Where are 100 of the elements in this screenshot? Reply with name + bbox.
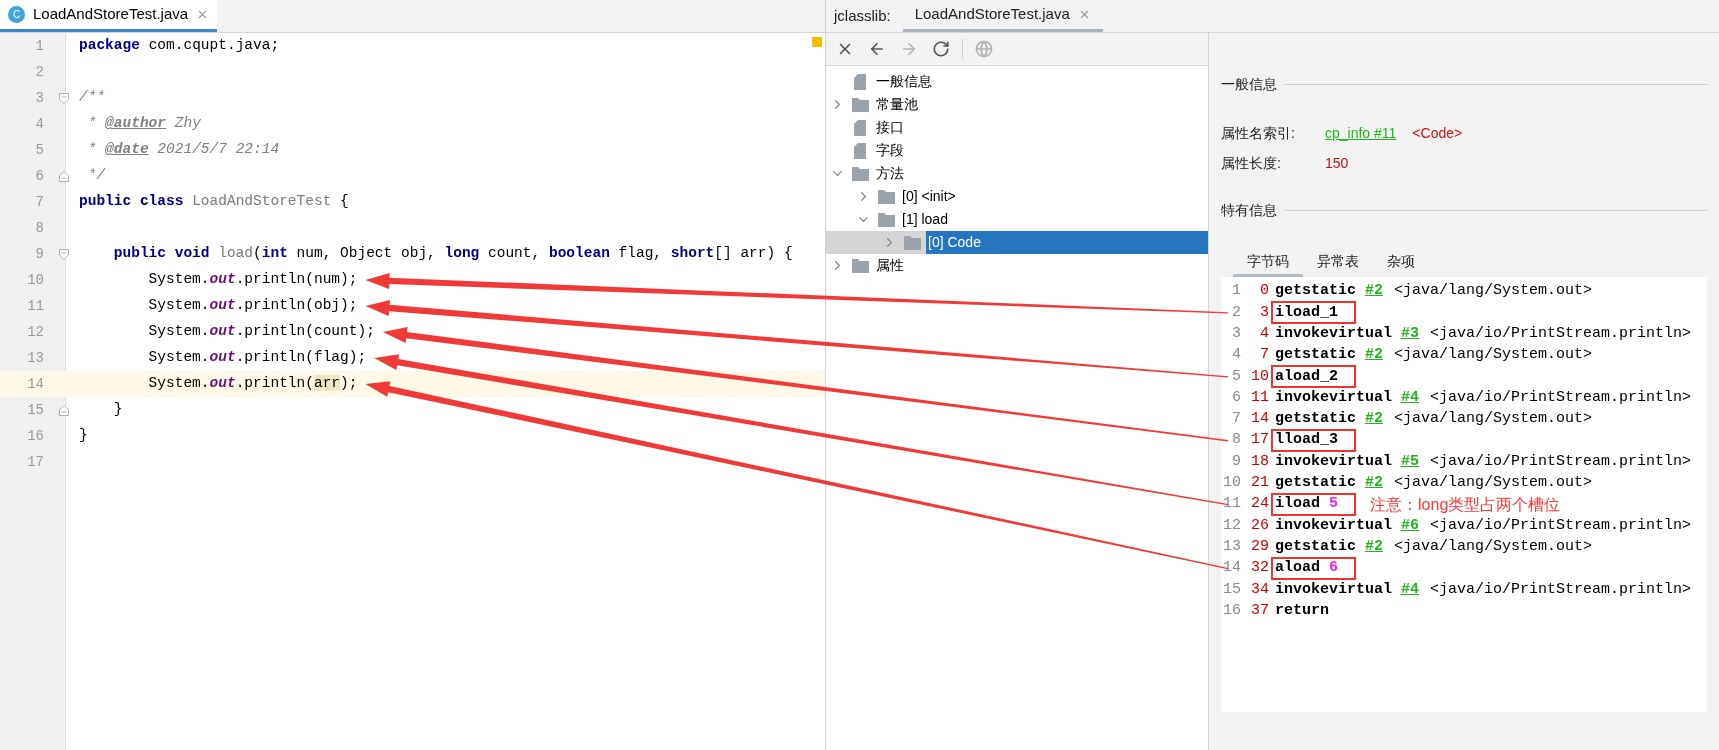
fold-icon[interactable]: [59, 404, 69, 416]
line-number: 9: [1231, 451, 1241, 472]
bytecode-comment: <java/lang/System.out>: [1394, 536, 1593, 557]
bytecode-offset: 10: [1250, 366, 1269, 387]
tab[interactable]: 异常表: [1303, 248, 1373, 277]
opcode: return: [1275, 600, 1329, 621]
bytecode-offset: 3: [1259, 302, 1269, 323]
line-number: 12: [26, 322, 44, 342]
opcode: invokevirtual: [1275, 324, 1393, 344]
file-icon: [854, 119, 866, 136]
code-line: }: [79, 426, 88, 446]
code-line: System.out.println(flag);: [147, 348, 367, 368]
tree-item[interactable]: 字段: [874, 139, 906, 162]
opcode: invokevirtual: [1275, 387, 1393, 408]
line-number: 6: [1231, 387, 1241, 408]
tree-item[interactable]: 常量池: [874, 93, 920, 116]
bytecode-offset: 18: [1250, 451, 1269, 472]
code-line: * @date 2021/5/7 22:14: [86, 140, 280, 160]
tree-item[interactable]: [0] <init>: [900, 185, 958, 208]
line-number: 11: [1222, 494, 1241, 515]
web-icon: [975, 40, 993, 58]
fold-icon[interactable]: [59, 170, 69, 182]
code-line: public void load(int num, Object obj, long count, boolean flag, short[] arr) {: [112, 244, 793, 264]
line-number: 17: [26, 452, 44, 472]
code-line: System.out.println(num);: [147, 270, 358, 290]
line-number: 1: [1231, 281, 1241, 302]
local-index: 5: [1329, 494, 1339, 515]
bytecode-comment: <java/io/PrintStream.println>: [1430, 515, 1692, 536]
bytecode-offset: 29: [1250, 536, 1269, 557]
opcode: getstatic: [1275, 409, 1356, 430]
line-number: 16: [26, 426, 44, 446]
line-number: 5: [34, 140, 44, 160]
field-value: 150: [1325, 153, 1349, 173]
line-number: 13: [1222, 536, 1241, 557]
warning-marker: [812, 37, 822, 47]
bytecode-offset: 34: [1250, 579, 1269, 600]
line-number: 6: [34, 166, 44, 186]
code-line: }: [112, 400, 123, 420]
bytecode-comment: <java/io/PrintStream.println>: [1430, 324, 1692, 344]
line-number: 13: [26, 348, 44, 368]
tree-item[interactable]: [1] load: [900, 208, 950, 231]
tree-item[interactable]: 一般信息: [874, 70, 934, 93]
code-line: package com.cqupt.java;: [79, 36, 280, 56]
opcode: aload: [1275, 558, 1320, 579]
tab-title: LoadAndStoreTest.java: [33, 4, 189, 25]
class-file-tab[interactable]: LoadAndStoreTest.java: [902, 0, 1103, 32]
opcode: invokevirtual: [1275, 515, 1393, 536]
tree-item[interactable]: 接口: [874, 116, 906, 139]
folder-icon: [903, 235, 921, 250]
editor-tab[interactable]: C LoadAndStoreTest.java: [0, 0, 218, 32]
line-number: 7: [34, 192, 44, 212]
tree-item[interactable]: 方法: [874, 162, 906, 185]
bytecode-offset: 32: [1250, 558, 1269, 579]
bytecode-comment: <java/lang/System.out>: [1394, 473, 1593, 494]
code-line: System.out.println(obj);: [147, 296, 358, 316]
line-number: 2: [1231, 302, 1241, 323]
line-number: 16: [1222, 600, 1241, 621]
file-icon: [854, 142, 866, 159]
field-label: 属性名索引:: [1221, 123, 1296, 143]
line-number: 10: [1222, 473, 1241, 494]
line-number: 3: [34, 88, 44, 108]
section-title: 特有信息: [1221, 200, 1277, 220]
bytecode-offset: 21: [1250, 473, 1269, 494]
bytecode-offset: 4: [1259, 324, 1269, 344]
code-line: System.out.println(count);: [147, 322, 375, 342]
line-number: 15: [26, 400, 44, 420]
line-number: 4: [34, 114, 44, 134]
opcode: invokevirtual: [1275, 451, 1393, 472]
folder-icon: [877, 189, 895, 204]
bytecode-offset: 37: [1250, 600, 1269, 621]
line-number: 2: [34, 62, 44, 82]
tree-item[interactable]: 属性: [874, 254, 906, 277]
opcode: invokevirtual: [1275, 579, 1393, 600]
line-number: 7: [1231, 409, 1241, 430]
line-number: 8: [34, 218, 44, 238]
bytecode-comment: <java/io/PrintStream.println>: [1430, 387, 1692, 408]
tree-item[interactable]: [0] Code: [926, 231, 1208, 254]
line-number: 14: [26, 374, 44, 394]
line-number: 1: [34, 36, 44, 56]
bytecode-offset: 14: [1250, 409, 1269, 430]
fold-icon[interactable]: [59, 92, 69, 104]
code-line: * @author Zhy: [86, 114, 201, 134]
panel-title: jclasslib:: [834, 5, 891, 26]
bytecode-offset: 26: [1250, 515, 1269, 536]
opcode: getstatic: [1275, 536, 1356, 557]
field-label: 属性长度:: [1221, 153, 1282, 173]
bytecode-offset: 17: [1250, 430, 1269, 451]
folder-icon: [851, 166, 869, 181]
line-number: 15: [1222, 579, 1241, 600]
bytecode-comment: <java/lang/System.out>: [1394, 281, 1593, 302]
bytecode-comment: <java/io/PrintStream.println>: [1430, 579, 1692, 600]
line-number: 12: [1222, 515, 1241, 536]
bytecode-offset: 7: [1259, 345, 1269, 366]
tab[interactable]: 杂项: [1373, 248, 1429, 277]
refresh-icon: [932, 40, 950, 58]
fold-icon[interactable]: [59, 248, 69, 260]
folder-icon: [877, 212, 895, 227]
opcode: iload_1: [1275, 302, 1338, 323]
opcode: getstatic: [1275, 345, 1356, 366]
forward-icon: [900, 40, 918, 58]
